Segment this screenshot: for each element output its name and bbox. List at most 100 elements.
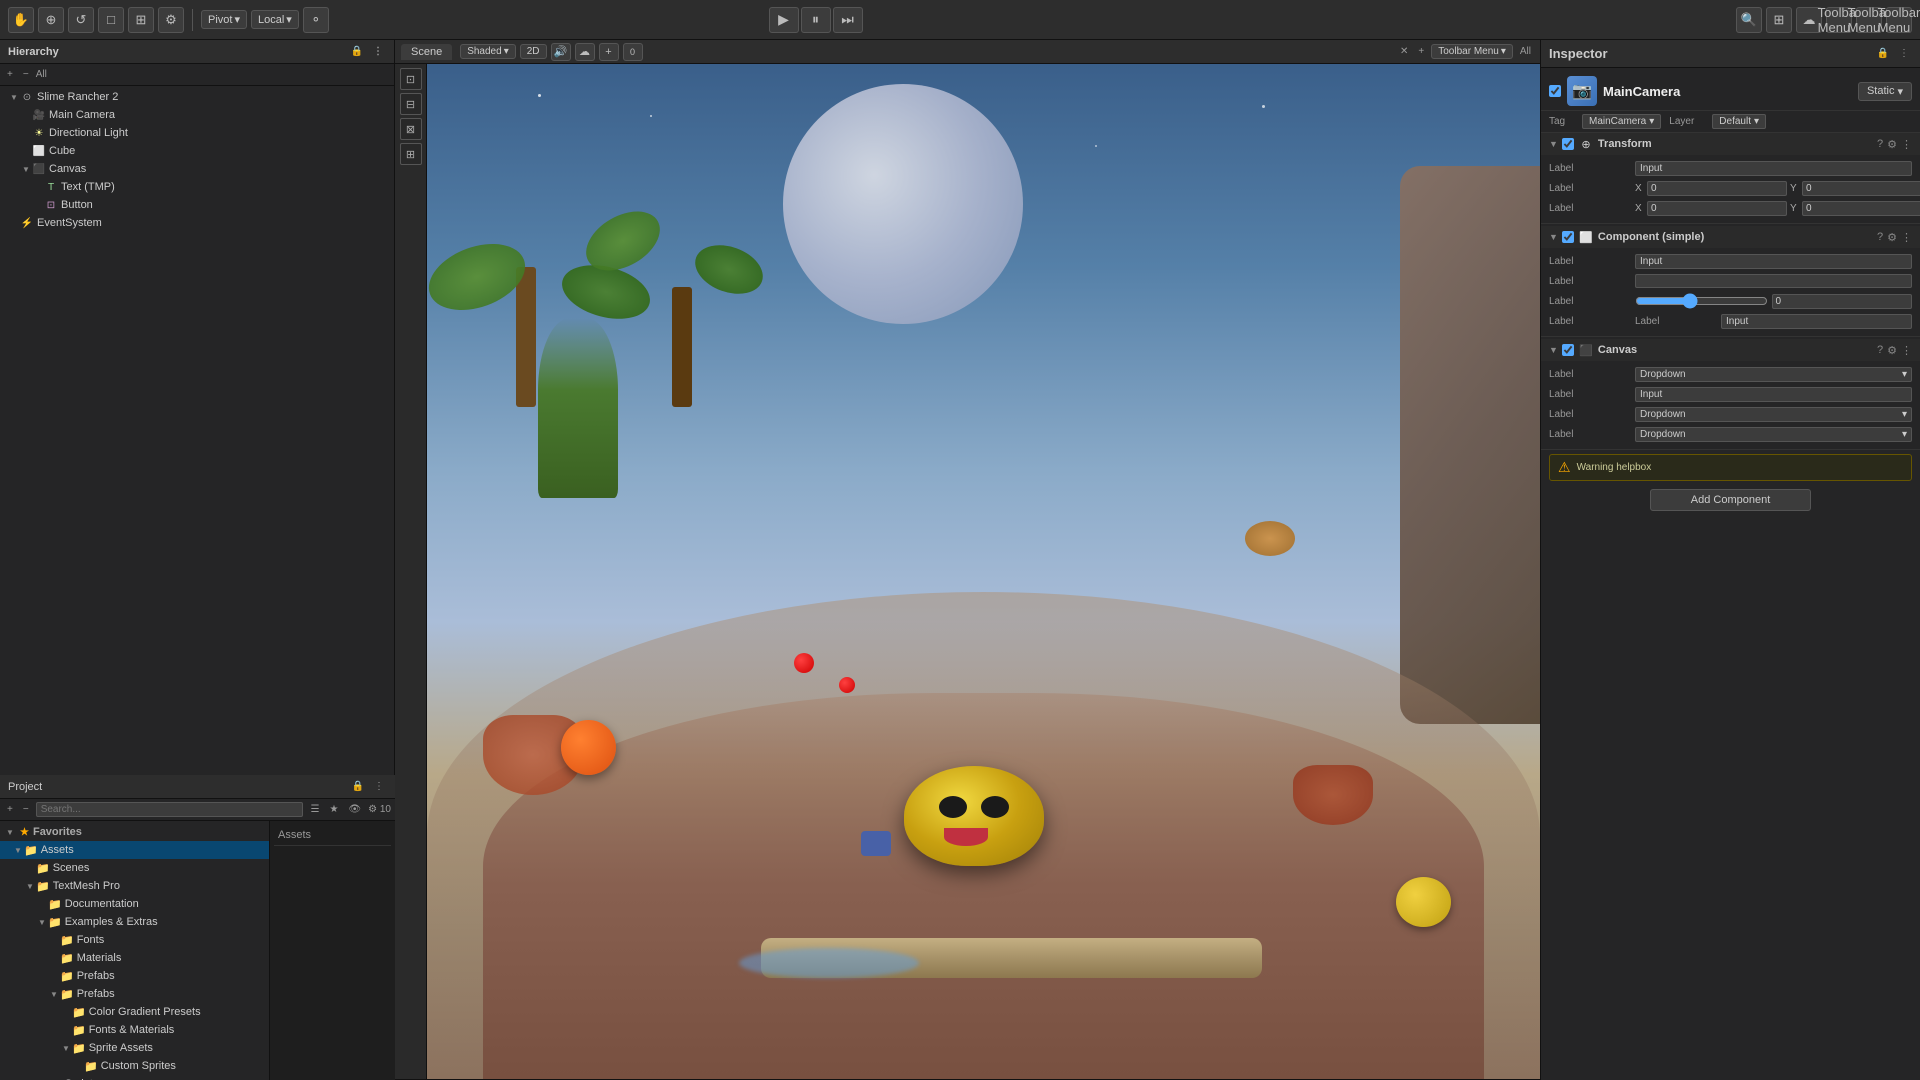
- tree-item-directional-light[interactable]: ☀ Directional Light: [0, 124, 394, 142]
- ptree-textmesh[interactable]: ▼ 📁 TextMesh Pro: [0, 877, 269, 895]
- ptree-fonts-materials[interactable]: 📁 Fonts & Materials: [0, 1021, 269, 1039]
- transform-x2-input[interactable]: [1647, 201, 1787, 216]
- transform-header[interactable]: ▼ ⊕ Transform ? ⚙ ⋮: [1541, 133, 1920, 155]
- step-button[interactable]: ⏭: [833, 7, 863, 33]
- skybox-btn[interactable]: ☁: [575, 43, 595, 61]
- pause-button[interactable]: ⏸: [801, 7, 831, 33]
- hierarchy-add[interactable]: +: [4, 68, 16, 81]
- transform-menu[interactable]: ⋮: [1901, 138, 1912, 151]
- pivot-button[interactable]: Pivot ▾: [201, 10, 247, 29]
- search-button[interactable]: 🔍: [1736, 7, 1762, 33]
- ptree-sprite-assets[interactable]: ▼ 📁 Sprite Assets: [0, 1039, 269, 1057]
- component-simple-header[interactable]: ▼ ⬜ Component (simple) ? ⚙ ⋮: [1541, 226, 1920, 248]
- canvas-help[interactable]: ?: [1877, 344, 1883, 357]
- ptree-scenes[interactable]: 📁 Scenes: [0, 859, 269, 877]
- hierarchy-minus[interactable]: −: [20, 68, 32, 81]
- extra-tool[interactable]: ⚬: [303, 7, 329, 33]
- scene-view[interactable]: [427, 64, 1540, 1079]
- move-tool[interactable]: ⊕: [38, 7, 64, 33]
- ptree-fonts-1[interactable]: 📁 Fonts: [0, 931, 269, 949]
- transform-y2-input[interactable]: [1802, 201, 1920, 216]
- ptree-color-gradient[interactable]: 📁 Color Gradient Presets: [0, 1003, 269, 1021]
- object-active-checkbox[interactable]: [1549, 85, 1561, 97]
- scale-tool[interactable]: □: [98, 7, 124, 33]
- comp-simple-enabled-cb[interactable]: [1562, 231, 1574, 243]
- hierarchy-menu[interactable]: ⋮: [370, 45, 386, 58]
- static-button[interactable]: Static ▾: [1858, 82, 1912, 101]
- effects-btn[interactable]: +: [599, 43, 619, 61]
- ptree-assets[interactable]: ▼ 📁 Assets: [0, 841, 269, 859]
- comp-simple-color-field[interactable]: [1635, 274, 1912, 288]
- ptree-prefabs-1[interactable]: 📁 Prefabs: [0, 967, 269, 985]
- comp-simple-slider[interactable]: [1635, 293, 1768, 309]
- tree-root-item[interactable]: ▼ ⊙ Slime Rancher 2: [0, 88, 394, 106]
- gizmo-btn-1[interactable]: ⊡: [400, 68, 422, 90]
- comp-simple-menu[interactable]: ⋮: [1901, 231, 1912, 244]
- transform-y-input[interactable]: [1802, 181, 1920, 196]
- tree-item-button[interactable]: ⊡ Button: [0, 196, 394, 214]
- ptree-examples[interactable]: ▼ 📁 Examples & Extras: [0, 913, 269, 931]
- project-icon-btn-1[interactable]: ☰: [307, 803, 322, 816]
- play-button[interactable]: ▶: [769, 7, 799, 33]
- project-menu[interactable]: ⋮: [371, 780, 387, 793]
- rotate-tool[interactable]: ↺: [68, 7, 94, 33]
- toolbar-menu-3[interactable]: Toolbar Menu: [1886, 7, 1912, 33]
- canvas-input-1[interactable]: [1635, 387, 1912, 402]
- ptree-documentation[interactable]: 📁 Documentation: [0, 895, 269, 913]
- transform-x-input[interactable]: [1647, 181, 1787, 196]
- project-add[interactable]: +: [4, 803, 16, 816]
- canvas-settings[interactable]: ⚙: [1887, 344, 1897, 357]
- scene-all-label[interactable]: All: [1517, 45, 1534, 58]
- transform-settings[interactable]: ⚙: [1887, 138, 1897, 151]
- comp-simple-input-1[interactable]: [1635, 254, 1912, 269]
- shaded-dropdown[interactable]: Shaded ▾: [460, 44, 516, 59]
- canvas-menu[interactable]: ⋮: [1901, 344, 1912, 357]
- hand-tool[interactable]: ✋: [8, 7, 34, 33]
- transform-enabled-cb[interactable]: [1562, 138, 1574, 150]
- project-search-input[interactable]: [36, 802, 304, 817]
- audio-btn[interactable]: 🔊: [551, 43, 571, 61]
- project-eye[interactable]: 👁: [345, 803, 364, 816]
- tree-item-main-camera[interactable]: 🎥 Main Camera: [0, 106, 394, 124]
- mode-2d-btn[interactable]: 2D: [520, 44, 547, 59]
- ptree-custom-sprites[interactable]: 📁 Custom Sprites: [0, 1057, 269, 1075]
- canvas-dropdown-2[interactable]: Dropdown ▾: [1635, 407, 1912, 422]
- tree-item-cube[interactable]: ⬜ Cube: [0, 142, 394, 160]
- inspector-lock[interactable]: 🔒: [1874, 47, 1892, 60]
- comp-simple-input-2[interactable]: [1721, 314, 1912, 329]
- gizmos-counter[interactable]: 0: [623, 43, 643, 61]
- layer-value-dropdown[interactable]: Default ▾: [1712, 114, 1766, 129]
- scene-add-btn[interactable]: +: [1415, 45, 1427, 58]
- local-button[interactable]: Local ▾: [251, 10, 299, 29]
- rect-tool[interactable]: ⊞: [128, 7, 154, 33]
- ptree-materials[interactable]: 📁 Materials: [0, 949, 269, 967]
- canvas-header[interactable]: ▼ ⬛ Canvas ? ⚙ ⋮: [1541, 339, 1920, 361]
- canvas-enabled-cb[interactable]: [1562, 344, 1574, 356]
- gizmo-btn-2[interactable]: ⊟: [400, 93, 422, 115]
- canvas-dropdown-1[interactable]: Dropdown ▾: [1635, 367, 1912, 382]
- scene-toolbar-menu[interactable]: Toolbar Menu ▾: [1431, 44, 1513, 59]
- grid-button[interactable]: ⊞: [1766, 7, 1792, 33]
- transform-input-1[interactable]: [1635, 161, 1912, 176]
- tree-item-canvas[interactable]: ▼ ⬛ Canvas: [0, 160, 394, 178]
- tree-item-eventsystem[interactable]: ⚡ EventSystem: [0, 214, 394, 232]
- transform-tool[interactable]: ⚙: [158, 7, 184, 33]
- gizmo-btn-3[interactable]: ⊠: [400, 118, 422, 140]
- project-minus2[interactable]: −: [20, 803, 32, 816]
- comp-simple-help[interactable]: ?: [1877, 231, 1883, 244]
- scene-tab[interactable]: Scene: [401, 44, 452, 60]
- comp-simple-slider-value[interactable]: [1772, 294, 1913, 309]
- project-lock[interactable]: 🔒: [349, 780, 367, 793]
- inspector-menu[interactable]: ⋮: [1896, 47, 1912, 60]
- scene-x-btn[interactable]: ✕: [1397, 45, 1411, 58]
- comp-simple-settings[interactable]: ⚙: [1887, 231, 1897, 244]
- ptree-scripts[interactable]: 📁 Scripts: [0, 1075, 269, 1080]
- ptree-prefabs-2[interactable]: ▼ 📁 Prefabs: [0, 985, 269, 1003]
- transform-help[interactable]: ?: [1877, 138, 1883, 151]
- tag-value-dropdown[interactable]: MainCamera ▾: [1582, 114, 1661, 129]
- tree-item-text-tmp[interactable]: T Text (TMP): [0, 178, 394, 196]
- project-star[interactable]: ★: [326, 803, 341, 816]
- canvas-dropdown-3[interactable]: Dropdown ▾: [1635, 427, 1912, 442]
- hierarchy-lock[interactable]: 🔒: [348, 45, 366, 58]
- add-component-button[interactable]: Add Component: [1650, 489, 1812, 511]
